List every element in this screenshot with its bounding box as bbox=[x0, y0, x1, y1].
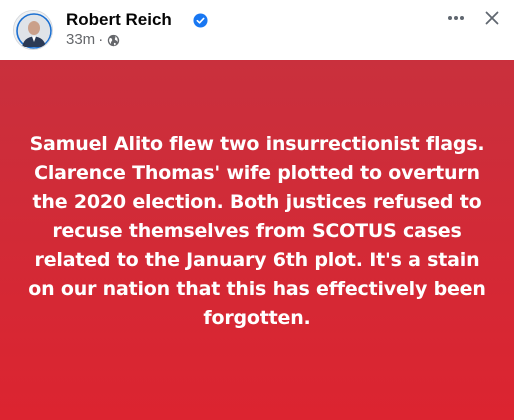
avatar[interactable] bbox=[13, 10, 53, 50]
author-name[interactable]: Robert Reich bbox=[66, 10, 172, 30]
more-horizontal-icon bbox=[448, 16, 464, 20]
facebook-post: Robert Reich 33m · Samuel Alito flew two… bbox=[0, 0, 514, 420]
profile-photo-icon bbox=[14, 11, 52, 49]
post-header: Robert Reich 33m · bbox=[0, 0, 514, 60]
post-meta: 33m · bbox=[66, 31, 120, 49]
meta-separator: · bbox=[98, 31, 104, 48]
verified-badge-icon bbox=[193, 13, 208, 28]
close-icon bbox=[485, 11, 499, 25]
post-timestamp[interactable]: 33m bbox=[66, 31, 95, 49]
globe-icon[interactable] bbox=[107, 34, 120, 47]
close-button[interactable] bbox=[476, 6, 508, 30]
more-options-button[interactable] bbox=[440, 6, 472, 30]
post-body-text: Samuel Alito flew two insurrectionist fl… bbox=[28, 132, 486, 329]
post-text-card: Samuel Alito flew two insurrectionist fl… bbox=[0, 60, 514, 420]
